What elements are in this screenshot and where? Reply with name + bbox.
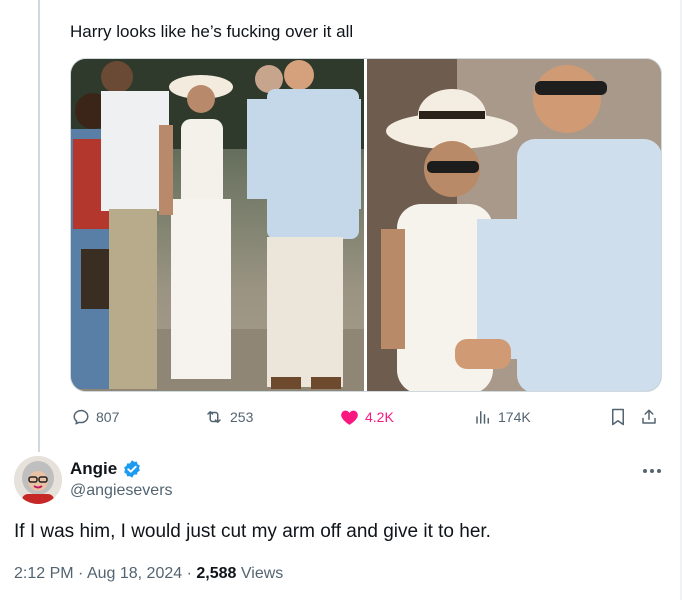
bookmark-button[interactable] [610,408,626,426]
reply-button[interactable]: 807 [72,408,119,426]
photo-2-illustration [367,59,661,391]
retweet-button[interactable]: 253 [204,408,253,426]
like-count: 4.2K [365,409,394,425]
quoted-tweet-action-bar: 807 253 4.2K 174K [70,408,662,432]
bookmark-icon [612,408,624,426]
avatar[interactable] [14,456,62,504]
author-name[interactable]: Angie [70,459,117,479]
tweet-meta: 2:12 PM · Aug 18, 2024 · 2,588 Views [14,565,283,583]
verified-badge-icon [124,460,140,478]
views-count: 174K [498,409,531,425]
share-icon [642,409,656,424]
thread-connector-line [38,0,40,452]
verified-badge [122,459,142,484]
avatar-illustration [14,456,62,504]
tweet-author-header: Angie @angiesevers [14,456,664,506]
tweet-text: If I was him, I would just cut my arm of… [14,521,491,542]
tweet-views-count: 2,588 [196,565,237,582]
more-options-button[interactable] [642,458,662,479]
media-photo-2[interactable] [367,59,661,391]
views-chart-icon [476,411,489,424]
tweet-views-label: Views [240,565,284,582]
tweet-date[interactable]: Aug 18, 2024 [87,565,182,582]
media-photo-1[interactable] [71,59,364,391]
tweet-time[interactable]: 2:12 PM [14,565,74,582]
reply-icon [73,409,89,425]
quoted-tweet-media[interactable] [70,58,662,392]
views-button[interactable]: 174K [474,408,531,426]
retweet-icon [207,411,221,423]
reply-count: 807 [96,409,120,425]
author-handle[interactable]: @angiesevers [70,482,173,500]
share-button[interactable] [640,408,658,426]
meta-separator: · [78,565,84,582]
like-button[interactable]: 4.2K [340,408,394,426]
heart-icon [341,410,358,425]
photo-1-illustration [71,59,364,391]
quoted-tweet-text: Harry looks like he’s fucking over it al… [70,22,354,41]
more-options-icon [643,469,661,473]
meta-separator: · [186,565,192,582]
retweet-count: 253 [230,409,254,425]
